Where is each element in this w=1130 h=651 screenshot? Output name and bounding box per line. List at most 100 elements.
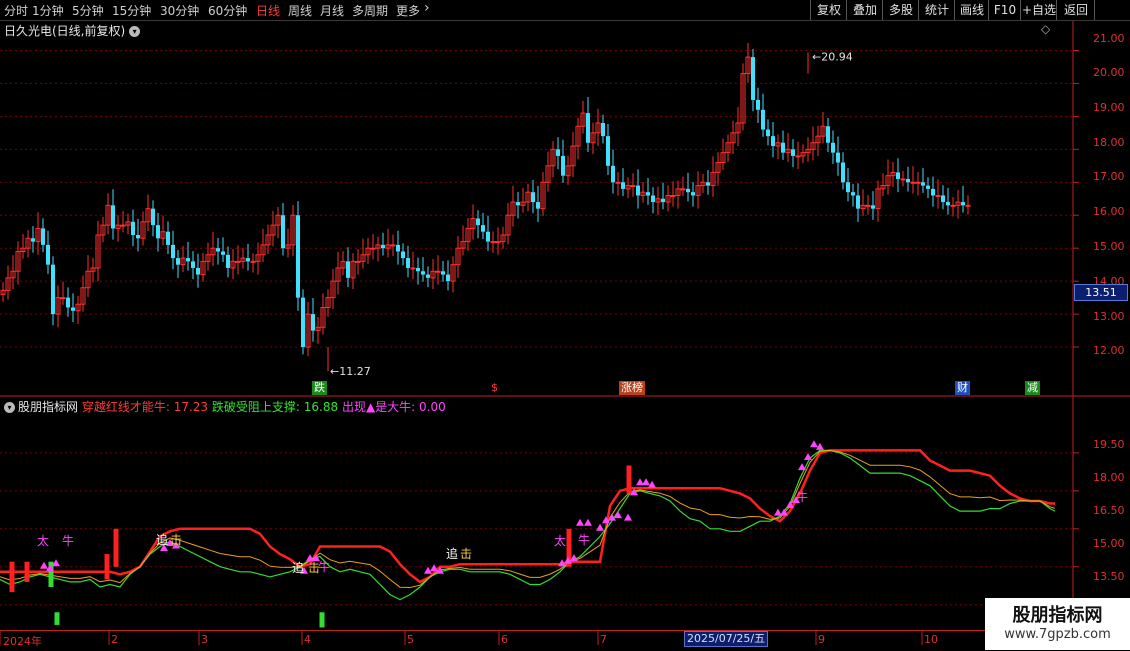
period-tab-timeshare[interactable]: 分时 [4, 2, 28, 19]
candle-body-up [935, 194, 941, 197]
month-label: 2024年 [3, 635, 42, 648]
event-marker-dollar[interactable]: $ [489, 381, 500, 395]
candle-body-down [246, 258, 250, 262]
f10-button[interactable]: F10 [988, 0, 1021, 20]
candle-body-down [311, 314, 315, 331]
candle-body-down [636, 185, 640, 196]
period-tab-5min[interactable]: 5分钟 [72, 2, 104, 19]
candle-body-down [836, 152, 840, 163]
indicator-tick-label: 13.50 [1093, 570, 1125, 583]
restore-rights-button[interactable]: 复权 [810, 0, 847, 20]
period-tab-monthly[interactable]: 月线 [320, 2, 344, 19]
candle-body-down [536, 202, 540, 209]
candle-body-down [751, 57, 755, 100]
candle-body-down [131, 221, 135, 236]
indicator-name[interactable]: 股朋指标网 [18, 400, 78, 414]
signal-label: 追 [156, 532, 168, 547]
signal-label: 追 [292, 560, 304, 575]
draw-line-button[interactable]: 画线 [954, 0, 989, 20]
indicator-line-red [0, 449, 1055, 584]
watermark-title: 股朋指标网 [1012, 605, 1103, 626]
back-button[interactable] [1094, 0, 1130, 20]
candle-body-down [961, 202, 965, 206]
period-tab-multi[interactable]: 多周期 [352, 2, 388, 19]
price-tick-label: 17.00 [1093, 170, 1125, 183]
high-annotation: ←20.94 [812, 50, 853, 63]
diamond-icon[interactable]: ◇ [1041, 22, 1050, 36]
candle-body-down [756, 99, 760, 110]
bull-triangle-icon [624, 513, 632, 521]
event-marker-top-gainers[interactable]: 涨榜 [619, 381, 645, 395]
event-marker-finance[interactable]: 财 [955, 381, 970, 395]
month-label: 3 [201, 633, 208, 646]
indicator-dropdown-icon[interactable]: ▾ [4, 402, 15, 413]
candle-body-up [950, 204, 956, 207]
statistics-button[interactable]: 统计 [918, 0, 955, 20]
period-tab-weekly[interactable]: 周线 [288, 2, 312, 19]
event-marker-reduce[interactable]: 减 [1025, 381, 1040, 395]
mark-button[interactable]: +自选 [1020, 0, 1057, 20]
bull-triangle-icon [584, 518, 592, 526]
candle-body-down [771, 136, 775, 147]
watermark: 股朋指标网 www.7gpzb.com [985, 598, 1130, 650]
candle-body-down [781, 142, 785, 153]
candle-body-down [151, 208, 155, 226]
dropdown-circle-icon[interactable]: ▾ [129, 26, 141, 37]
candle-body-down [381, 244, 385, 249]
time-axis: 2024年 2 3 4 5 6 7 9 10 [0, 630, 1073, 651]
month-label: 9 [818, 633, 825, 646]
signal-label: 牛 [796, 489, 808, 504]
signal-label: 太 [554, 533, 566, 548]
candle-body-down [396, 244, 400, 252]
period-tab-daily[interactable]: 日线 [256, 2, 280, 19]
candle-body-down [416, 267, 420, 272]
indicator-tick-label: 16.50 [1093, 504, 1125, 517]
price-tick-label: 18.00 [1093, 136, 1125, 149]
event-marker-fall[interactable]: 跌 [312, 381, 327, 395]
signal-bar [24, 561, 30, 582]
add-watchlist-button[interactable]: 返回 [1056, 0, 1095, 20]
candle-body-down [691, 192, 695, 196]
candle-body-down [921, 182, 925, 186]
more-chevron-icon[interactable]: › [424, 0, 430, 16]
overlay-button[interactable]: 叠加 [846, 0, 883, 20]
candle-body-down [281, 215, 285, 249]
cursor-date-box: 2025/07/25/五 [684, 631, 769, 647]
candle-body-up [370, 247, 376, 250]
current-price-badge: 13.51 [1074, 284, 1128, 301]
period-tab-30min[interactable]: 30分钟 [160, 2, 199, 19]
signal-bar [113, 528, 119, 567]
candle-body-up [630, 185, 636, 188]
candle-body-up [495, 241, 501, 244]
month-label: 10 [924, 633, 938, 646]
period-tab-more[interactable]: 更多 [396, 2, 420, 19]
month-label: 2 [111, 633, 118, 646]
bull-triangle-icon [614, 511, 622, 519]
candle-body-up [390, 244, 396, 247]
candle-body-down [296, 215, 300, 298]
period-tab-15min[interactable]: 15分钟 [112, 2, 151, 19]
multi-stock-button[interactable]: 多股 [882, 0, 919, 20]
candle-body-up [615, 181, 621, 184]
indicator-line-green [0, 449, 1056, 601]
candle-body-down [481, 225, 485, 232]
candle-body-down [41, 228, 45, 245]
candle-body-up [410, 267, 416, 270]
period-tab-1min[interactable]: 1分钟 [32, 2, 64, 19]
indicator-axis: 19.50 18.00 16.50 15.00 13.50 [1073, 396, 1130, 630]
candle-body-up [355, 260, 361, 263]
candle-body-down [196, 267, 200, 275]
candle-body-down [686, 188, 690, 193]
candle-body-up [910, 181, 916, 184]
candle-body-down [166, 231, 170, 245]
price-tick-label: 13.00 [1093, 310, 1125, 323]
stock-title-text: 日久光电(日线,前复权) [4, 24, 126, 38]
candle-body-up [490, 241, 496, 244]
period-tab-60min[interactable]: 60分钟 [208, 2, 247, 19]
candle-body-down [426, 274, 430, 278]
candle-body-down [486, 231, 490, 242]
bull-triangle-icon [40, 561, 48, 569]
candle-body-down [221, 251, 225, 255]
candle-body-down [531, 192, 535, 203]
chart-canvas[interactable]: ←20.94←11.27太牛追击追 击牛追 击太 牛牛 [0, 0, 1130, 650]
